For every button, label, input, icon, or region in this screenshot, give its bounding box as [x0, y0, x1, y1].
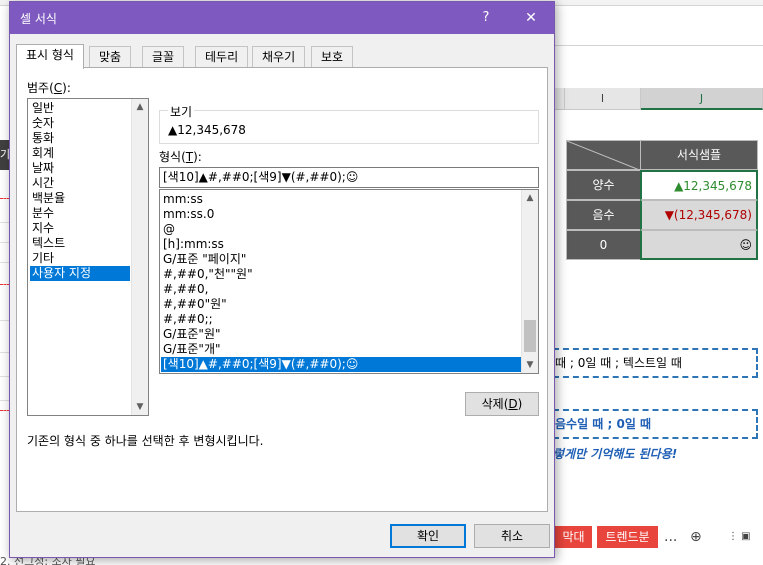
category-text[interactable]: 텍스트	[30, 236, 130, 251]
row-value-zero[interactable]: ☺	[640, 230, 758, 260]
list-item[interactable]: G/표준 "페이지"	[161, 252, 521, 267]
category-general[interactable]: 일반	[30, 101, 130, 116]
note-text-1: 때 ; 0일 때 ; 텍스트일 때	[555, 356, 682, 370]
list-item[interactable]: @	[161, 222, 521, 237]
help-icon[interactable]: ?	[472, 4, 500, 32]
tab-number-format[interactable]: 표시 형식	[16, 44, 84, 69]
cancel-button[interactable]: 취소	[474, 524, 550, 548]
column-header-j[interactable]: J	[641, 88, 763, 110]
diagonal-header-cell[interactable]	[566, 140, 642, 171]
list-item[interactable]: [h]:mm:ss	[161, 237, 521, 252]
dialog-title: 셀 서식	[20, 12, 57, 26]
sheet-tab-bar[interactable]: 막대	[555, 526, 593, 548]
category-label: 범주(C):	[27, 81, 71, 95]
format-cells-dialog: 셀 서식 ? ✕ 표시 형식 맞춤 글꼴 테두리 채우기 보호 범주(C): 일…	[9, 1, 555, 558]
diagonal-line-icon	[567, 141, 642, 171]
category-date[interactable]: 날짜	[30, 161, 130, 176]
sheet-tab-trend[interactable]: 트렌드분	[597, 526, 659, 548]
category-special[interactable]: 기타	[30, 251, 130, 266]
chevron-down-icon[interactable]: ▼	[522, 357, 538, 373]
list-item[interactable]: G/표준"개"	[161, 342, 521, 357]
chevron-up-icon[interactable]: ▲	[522, 190, 538, 206]
preview-value: ▲12,345,678	[168, 123, 246, 137]
note-box-1: 때 ; 0일 때 ; 텍스트일 때	[553, 348, 758, 378]
format-code-input[interactable]: [색10]▲#,##0;[색9]▼(#,##0);☺	[159, 167, 539, 188]
close-icon[interactable]: ✕	[516, 4, 546, 32]
preview-group: 보기 ▲12,345,678	[159, 103, 539, 144]
category-list[interactable]: 일반 숫자 통화 회계 날짜 시간 백분율 분수 지수 텍스트 기타 사용자 지…	[27, 98, 149, 416]
chevron-up-icon[interactable]: ▲	[132, 99, 148, 115]
format-list[interactable]: mm:ss mm:ss.0 @ [h]:mm:ss G/표준 "페이지" #,#…	[159, 189, 539, 374]
format-scrollbar[interactable]: ▲ ▼	[521, 190, 538, 373]
row-value-negative[interactable]: ▼(12,345,678)	[640, 200, 758, 230]
row-value-positive[interactable]: ▲12,345,678	[640, 170, 758, 200]
list-item-selected[interactable]: [색10]▲#,##0;[색9]▼(#,##0);☺	[161, 357, 521, 372]
dialog-titlebar[interactable]: 셀 서식 ? ✕	[10, 2, 554, 34]
category-time[interactable]: 시간	[30, 176, 130, 191]
list-item[interactable]: #,##0;;	[161, 312, 521, 327]
note-text-3: 렇게만 기억해도 된다용!	[553, 447, 678, 461]
hint-text: 기존의 형식 중 하나를 선택한 후 변형시킵니다.	[27, 434, 264, 448]
list-item[interactable]: mm:ss.0	[161, 207, 521, 222]
category-scientific[interactable]: 지수	[30, 221, 130, 236]
tab-border[interactable]: 테두리	[195, 46, 249, 68]
category-scrollbar[interactable]: ▲ ▼	[131, 99, 148, 415]
list-item[interactable]: #,##0"원"	[161, 297, 521, 312]
tab-protection[interactable]: 보호	[311, 46, 354, 68]
delete-button[interactable]: 삭제(D)	[465, 392, 539, 416]
category-number[interactable]: 숫자	[30, 116, 130, 131]
chevron-down-icon[interactable]: ▼	[132, 399, 148, 415]
number-format-panel: 범주(C): 일반 숫자 통화 회계 날짜 시간 백분율 분수 지수 텍스트 기…	[16, 67, 548, 512]
formula-bar[interactable]	[555, 22, 763, 46]
category-fraction[interactable]: 분수	[30, 206, 130, 221]
row-label-zero[interactable]: 0	[566, 230, 641, 260]
tab-fill[interactable]: 채우기	[252, 46, 306, 68]
preview-label: 보기	[168, 103, 195, 120]
list-item[interactable]: #,##0,"천""원"	[161, 267, 521, 282]
tab-font[interactable]: 글꼴	[142, 46, 185, 68]
sheet-tab-more[interactable]: ...	[664, 526, 677, 548]
scroll-thumb[interactable]	[524, 320, 536, 352]
category-percent[interactable]: 백분율	[30, 191, 130, 206]
add-sheet-icon[interactable]: ⊕	[690, 526, 702, 548]
category-currency[interactable]: 통화	[30, 131, 130, 146]
list-item[interactable]: G/표준"원"	[161, 327, 521, 342]
format-label: 형식(T):	[159, 150, 202, 164]
table-header-cell[interactable]: 서식샘플	[640, 140, 758, 170]
row-label-positive[interactable]: 양수	[566, 170, 641, 200]
note-text-2: 음수일 때 ; 0일 때	[555, 417, 652, 431]
ok-button[interactable]: 확인	[390, 524, 466, 548]
tab-scroll-icon[interactable]: ⋮ ▣	[728, 526, 751, 548]
list-item[interactable]: mm:ss	[161, 192, 521, 207]
category-custom[interactable]: 사용자 지정	[30, 266, 130, 281]
note-box-2: 음수일 때 ; 0일 때	[553, 409, 758, 439]
category-accounting[interactable]: 회계	[30, 146, 130, 161]
row-label-negative[interactable]: 음수	[566, 200, 641, 230]
tab-alignment[interactable]: 맞춤	[89, 46, 132, 68]
column-header-h[interactable]	[555, 88, 565, 110]
column-header-i[interactable]: I	[565, 88, 641, 110]
list-item[interactable]: #,##0,	[161, 282, 521, 297]
